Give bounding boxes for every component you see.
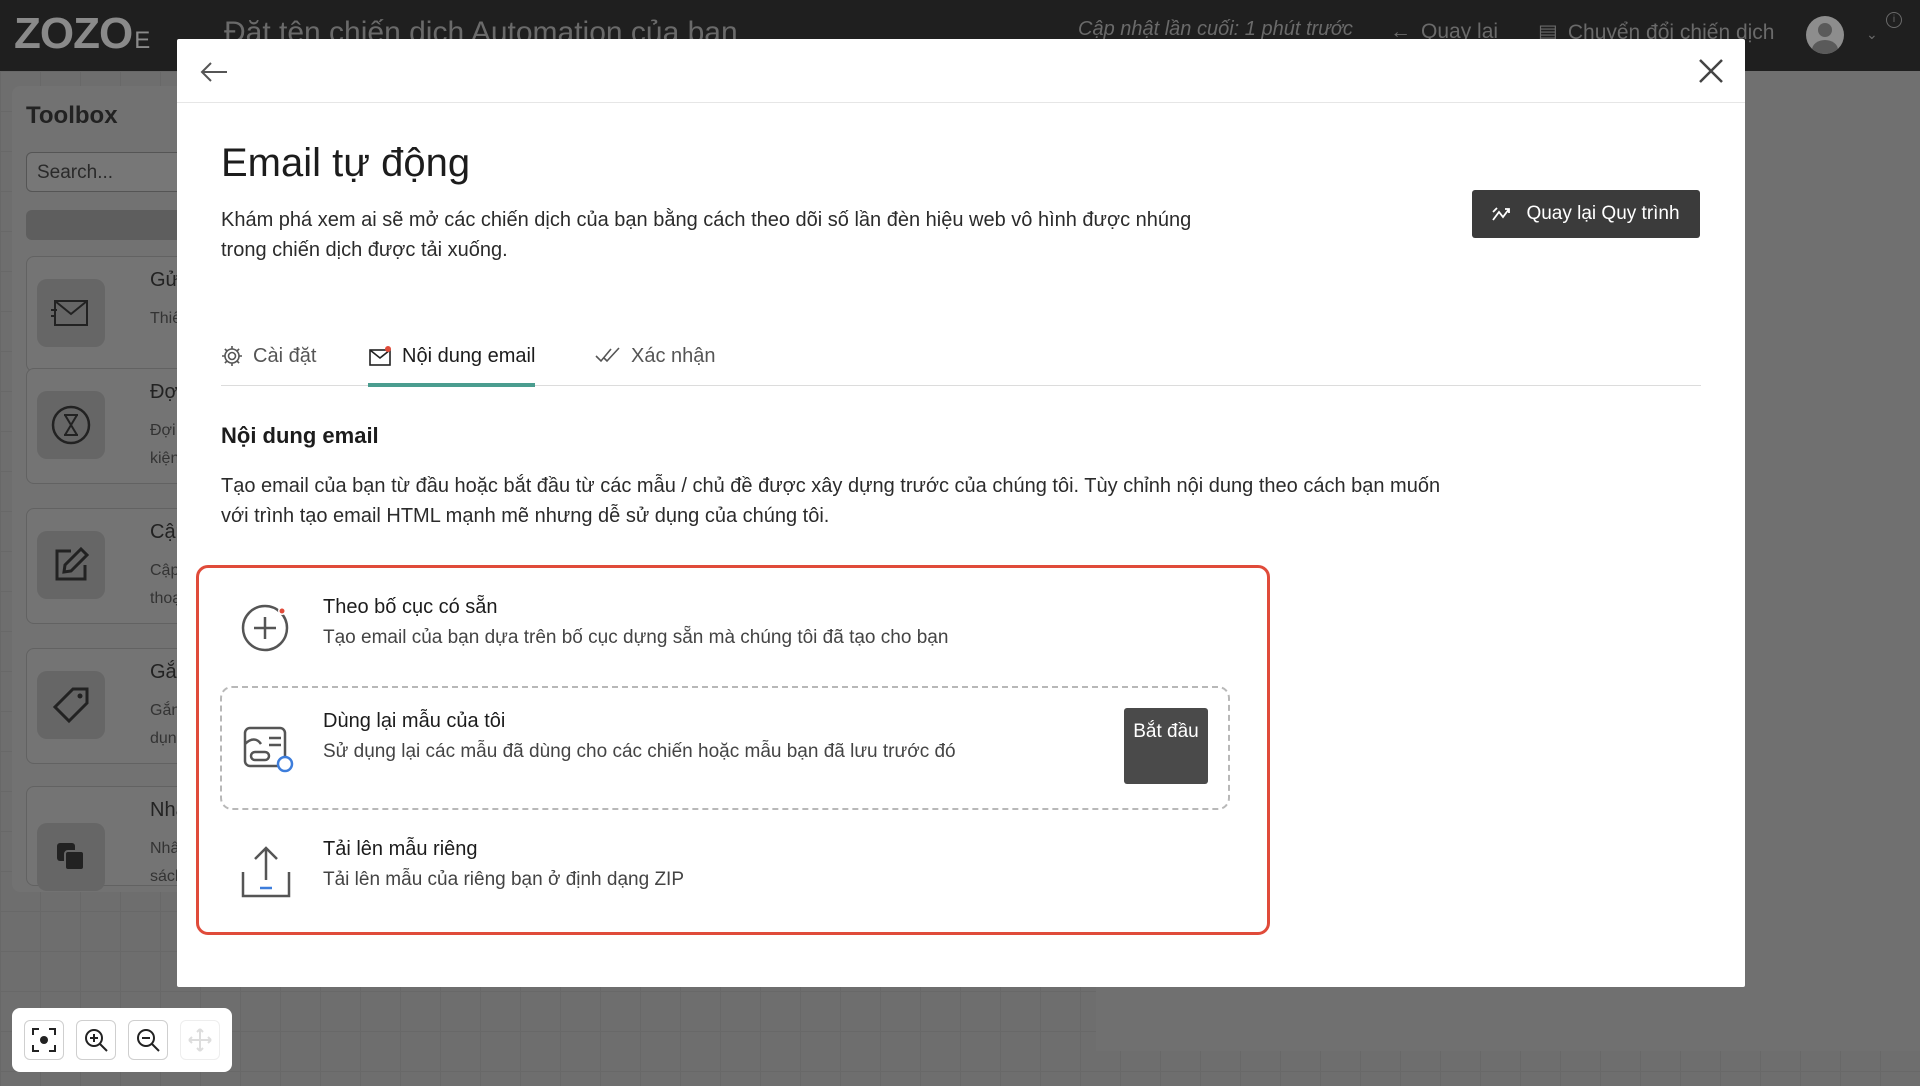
add-layout-icon (241, 604, 289, 652)
hourglass-icon (37, 391, 105, 459)
tab-label: Nội dung email (402, 345, 536, 367)
option-description: Tải lên mẫu của riêng bạn ở định dạng ZI… (323, 869, 685, 890)
zoom-in-button[interactable] (76, 1020, 116, 1060)
upload-icon (241, 846, 291, 898)
option-description: Tạo email của bạn dựa trên bố cục dựng s… (323, 627, 949, 648)
chevron-down-icon[interactable]: ⌄ (1866, 26, 1878, 43)
return-to-workflow-button[interactable]: Quay lại Quy trình (1472, 190, 1700, 238)
tab-label: Cài đặt (253, 345, 317, 367)
gear-icon (222, 346, 242, 366)
modal-description: Khám phá xem ai sẽ mở các chiến dịch của… (221, 209, 1192, 261)
option-reuse-template[interactable]: Dùng lại mẫu của tôi Sử dụng lại các mẫu… (220, 686, 1230, 810)
options-group: Theo bố cục có sẵn Tạo email của bạn dựa… (196, 565, 1270, 935)
option-title: Tải lên mẫu riêng (323, 838, 478, 860)
section-description: Tạo email của bạn từ đầu hoặc bắt đầu từ… (221, 475, 1441, 527)
toolbox-title: Toolbox (26, 102, 118, 129)
option-upload-template[interactable]: Tải lên mẫu riêng Tải lên mẫu của riêng … (221, 818, 1231, 922)
tab-settings[interactable]: Cài đặt (221, 339, 316, 386)
tab-label: Xác nhận (631, 345, 716, 367)
double-check-icon (595, 347, 620, 363)
close-icon[interactable] (1697, 57, 1725, 85)
option-description: Sử dụng lại các mẫu đã dùng cho các chiế… (323, 741, 956, 762)
tab-confirm[interactable]: Xác nhận (595, 339, 716, 386)
zoom-in-icon (85, 1029, 108, 1052)
tag-icon (37, 671, 105, 739)
pan-button[interactable] (180, 1020, 220, 1060)
arrow-left-icon[interactable] (199, 59, 229, 85)
logo: ZOZO E (14, 10, 150, 58)
reuse-template-icon (243, 726, 294, 773)
avatar[interactable] (1806, 16, 1844, 54)
zoom-out-icon (137, 1029, 160, 1052)
section-title: Nội dung email (221, 423, 379, 448)
logo-text: ZOZO (14, 9, 133, 58)
mail-icon (369, 346, 391, 366)
envelope-icon (37, 279, 105, 347)
last-updated: Cập nhật lần cuối: 1 phút trước (1078, 18, 1353, 40)
tool-desc-line: kiện (150, 450, 180, 467)
modal-title: Email tự động (221, 141, 471, 185)
option-title: Dùng lại mẫu của tôi (323, 710, 506, 732)
email-automation-modal: Email tự động Khám phá xem ai sẽ mở các … (177, 39, 1745, 987)
modal-header (177, 39, 1745, 103)
workflow-icon (1492, 207, 1511, 221)
return-button-label: Quay lại Quy trình (1526, 203, 1680, 224)
start-button[interactable]: Bắt đầu (1124, 708, 1208, 784)
fit-view-icon (32, 1028, 56, 1052)
zoom-out-button[interactable] (128, 1020, 168, 1060)
info-icon[interactable]: i (1886, 12, 1902, 28)
option-prebuilt-layout[interactable]: Theo bố cục có sẵn Tạo email của bạn dựa… (221, 576, 1231, 680)
edit-icon (37, 531, 105, 599)
move-icon (188, 1028, 212, 1052)
zoom-controls (12, 1008, 232, 1072)
copy-icon (37, 823, 105, 891)
logo-sub: E (134, 27, 151, 54)
fit-view-button[interactable] (24, 1020, 64, 1060)
option-title: Theo bố cục có sẵn (323, 596, 498, 618)
tab-email-content[interactable]: Nội dung email (368, 339, 536, 387)
modal-tabs: Cài đặt Nội dung email Xác nhận (221, 339, 1701, 387)
